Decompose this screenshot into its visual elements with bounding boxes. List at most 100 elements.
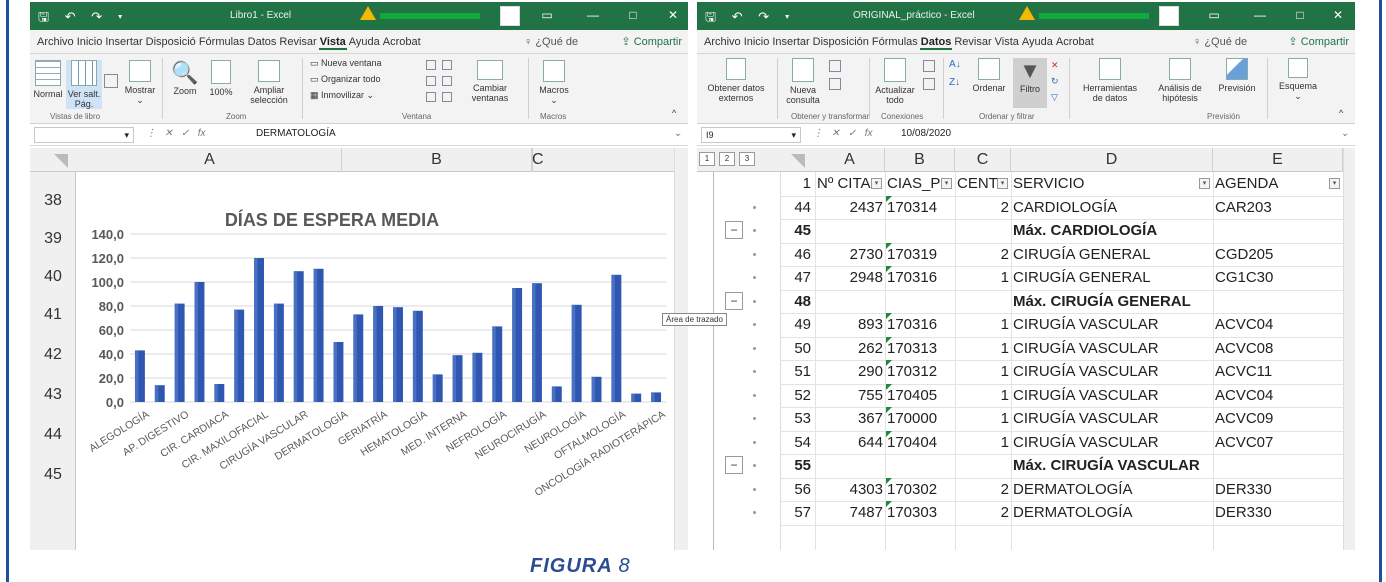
mostrar-button[interactable]: Mostrar ⌄ [122, 60, 158, 105]
menu-tab-disposicin[interactable]: Disposición [812, 36, 870, 50]
cell-b[interactable]: 170405 [887, 384, 953, 407]
row-header-45[interactable]: 45 [30, 466, 76, 484]
cell-b[interactable]: 170312 [887, 360, 953, 383]
row-header-41[interactable]: 41 [30, 306, 76, 324]
reapply-icon[interactable]: ↻ [1051, 76, 1059, 86]
side-by-side-icon[interactable] [442, 60, 452, 70]
cell-d[interactable]: CARDIOLOGÍA [1013, 196, 1211, 219]
cell-b[interactable]: 170316 [887, 313, 953, 336]
close-icon[interactable]: ✕ [658, 8, 688, 22]
menu-tab-ayuda[interactable]: Ayuda [348, 36, 381, 50]
expand-formula-icon[interactable]: ⌄ [1341, 128, 1349, 139]
cell-c[interactable] [957, 454, 1009, 477]
row-header[interactable]: 55 [781, 454, 811, 477]
cell-e[interactable] [1215, 454, 1341, 477]
close-icon[interactable]: ✕ [1323, 8, 1353, 22]
what-if-button[interactable]: Análisis de hipótesis [1151, 58, 1209, 103]
minimize-icon[interactable]: — [1245, 8, 1275, 22]
unhide-icon[interactable] [426, 92, 436, 102]
cell-b[interactable]: 170303 [887, 501, 953, 524]
filter-dropdown-icon[interactable]: ▾ [997, 178, 1008, 189]
row-header[interactable]: 50 [781, 337, 811, 360]
cell-c[interactable]: 2 [957, 501, 1009, 524]
normal-view-button[interactable]: Normal [32, 60, 64, 99]
row-header[interactable]: 47 [781, 266, 811, 289]
cell-a[interactable] [817, 454, 883, 477]
row-header[interactable]: 49 [781, 313, 811, 336]
row-header-44[interactable]: 44 [30, 426, 76, 444]
cell-b[interactable]: 170316 [887, 266, 953, 289]
cell-c[interactable]: 1 [957, 266, 1009, 289]
zoom-selection-button[interactable]: Ampliar selección [242, 60, 296, 105]
right-vertical-scrollbar[interactable] [1343, 148, 1355, 550]
cell-a[interactable]: 644 [817, 431, 883, 454]
row-header[interactable]: 45 [781, 219, 811, 242]
new-window-button[interactable]: ▭ Nueva ventana [310, 58, 382, 68]
cell-e[interactable]: CG1C30 [1215, 266, 1341, 289]
column-header-A[interactable]: A [815, 148, 885, 172]
cell-c[interactable]: 2 [957, 196, 1009, 219]
hide-icon[interactable] [426, 76, 436, 86]
sync-scroll-icon[interactable] [442, 76, 452, 86]
cell-a[interactable] [817, 219, 883, 242]
cell-c[interactable]: 1 [957, 431, 1009, 454]
cell-e[interactable]: ACVC08 [1215, 337, 1341, 360]
row-header[interactable]: 54 [781, 431, 811, 454]
row-header[interactable]: 51 [781, 360, 811, 383]
reset-position-icon[interactable] [442, 92, 452, 102]
outline-button[interactable]: Esquema ⌄ [1273, 58, 1323, 101]
avatar-icon[interactable] [500, 6, 520, 26]
menu-tab-acrobat[interactable]: Acrobat [1055, 36, 1095, 50]
cell-c[interactable] [957, 290, 1009, 313]
cell-e[interactable]: ACVC09 [1215, 407, 1341, 430]
cell-b[interactable]: 170000 [887, 407, 953, 430]
cell-d[interactable]: CIRUGÍA VASCULAR [1013, 384, 1211, 407]
cell-d[interactable]: CIRUGÍA VASCULAR [1013, 360, 1211, 383]
collapse-group-button[interactable]: − [725, 221, 743, 239]
cell-c[interactable]: 1 [957, 407, 1009, 430]
row-header[interactable]: 46 [781, 243, 811, 266]
cell-d[interactable]: CIRUGÍA VASCULAR [1013, 407, 1211, 430]
cell-d[interactable]: DERMATOLOGÍA [1013, 501, 1211, 524]
recent-icon[interactable] [829, 78, 841, 90]
cell-e[interactable]: DER330 [1215, 501, 1341, 524]
macros-button[interactable]: Macros ⌄ [534, 60, 574, 105]
filter-dropdown-icon[interactable]: ▾ [941, 178, 952, 189]
cell-d[interactable]: DERMATOLOGÍA [1013, 478, 1211, 501]
menu-tab-vista[interactable]: Vista [994, 36, 1020, 50]
menu-tab-vista[interactable]: Vista [318, 36, 347, 50]
select-all-corner[interactable] [791, 154, 805, 168]
cell-a[interactable] [817, 290, 883, 313]
menu-tab-acrobat[interactable]: Acrobat [382, 36, 422, 50]
sort-button[interactable]: Ordenar [969, 58, 1009, 93]
cell-a[interactable]: 2437 [817, 196, 883, 219]
cell-b[interactable]: 170319 [887, 243, 953, 266]
cell-e[interactable]: CGD205 [1215, 243, 1341, 266]
cell-e[interactable]: ACVC04 [1215, 384, 1341, 407]
clear-filter-icon[interactable]: ✕ [1051, 60, 1059, 70]
collapse-group-button[interactable]: − [725, 291, 743, 310]
page-break-view-button[interactable]: Ver salt. Pág. [66, 60, 102, 109]
zoom-button[interactable]: 🔍 Zoom [170, 60, 200, 96]
column-header-D[interactable]: D [1011, 148, 1213, 172]
cell-b[interactable]: 170314 [887, 196, 953, 219]
collapse-ribbon-icon[interactable]: ^ [672, 108, 676, 118]
cell-b[interactable]: 170404 [887, 431, 953, 454]
cell-e[interactable]: AGENDA [1215, 172, 1341, 195]
cell-e[interactable] [1215, 219, 1341, 242]
cell-e[interactable]: ACVC11 [1215, 360, 1341, 383]
cell-b[interactable] [887, 290, 953, 313]
cell-d[interactable]: CIRUGÍA VASCULAR [1013, 313, 1211, 336]
row-header[interactable]: 53 [781, 407, 811, 430]
cell-b[interactable] [887, 454, 953, 477]
cell-e[interactable]: DER330 [1215, 478, 1341, 501]
share-button[interactable]: ⇪ Compartir [1288, 35, 1349, 48]
zoom-100-button[interactable]: 100% [206, 60, 236, 97]
refresh-all-button[interactable]: Actualizar todo [873, 58, 917, 105]
menu-tab-frmulas[interactable]: Fórmulas [871, 36, 919, 50]
cell-a[interactable]: 755 [817, 384, 883, 407]
row-header[interactable]: 57 [781, 501, 811, 524]
connections-icon[interactable] [923, 60, 935, 72]
cell-e[interactable] [1215, 290, 1341, 313]
outline-level-3-button[interactable]: 3 [739, 152, 755, 166]
